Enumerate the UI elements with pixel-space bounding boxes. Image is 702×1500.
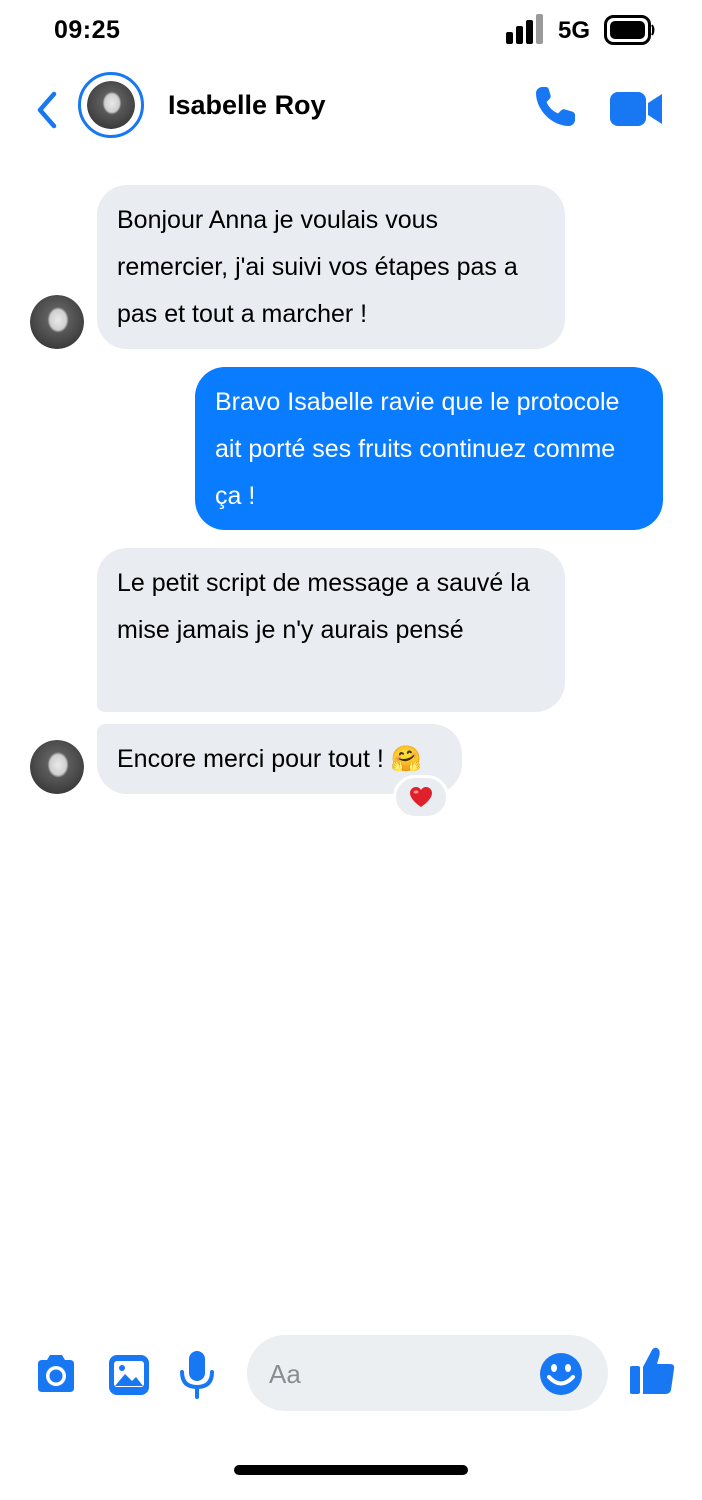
thumbs-up-icon[interactable] [628,1346,676,1396]
phone-icon[interactable] [532,84,578,130]
home-indicator [234,1465,468,1475]
battery-icon [604,15,655,45]
sender-avatar[interactable] [30,295,84,349]
cellular-signal-icon [506,14,543,44]
video-camera-icon[interactable] [610,90,664,128]
incoming-message[interactable]: Le petit script de message a sauvé la mi… [97,548,565,712]
incoming-message[interactable]: Bonjour Anna je voulais vous remercier, … [97,185,565,349]
heart-icon [410,787,432,807]
heart-reaction[interactable] [393,775,449,819]
emoji-icon[interactable] [539,1352,583,1396]
contact-name[interactable]: Isabelle Roy [168,90,326,121]
message-input-container[interactable] [247,1335,608,1413]
network-type: 5G [558,17,591,44]
outgoing-message[interactable]: Bravo Isabelle ravie que le protocole ai… [195,367,663,530]
camera-icon[interactable] [34,1352,78,1396]
avatar-photo [87,81,135,129]
contact-avatar[interactable] [78,72,144,138]
sender-avatar[interactable] [30,740,84,794]
image-icon[interactable] [108,1354,150,1396]
message-input[interactable] [267,1335,531,1413]
status-time: 09:25 [54,16,121,44]
back-chevron-icon[interactable] [32,90,62,130]
microphone-icon[interactable] [178,1350,216,1400]
